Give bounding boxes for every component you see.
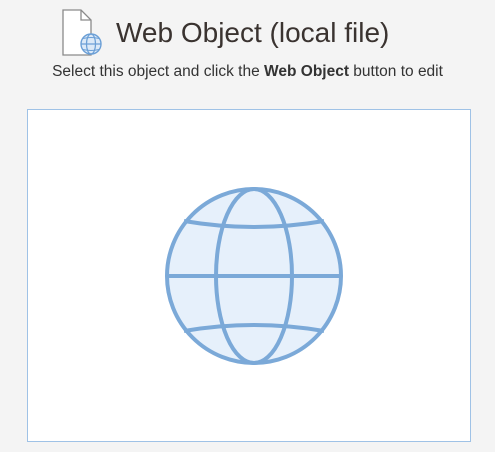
globe-icon (164, 186, 344, 366)
web-object-placeholder[interactable]: Web Object (local file) Select this obje… (0, 0, 495, 452)
instructions-suffix: button to edit (349, 63, 443, 80)
edit-instructions: Select this object and click the Web Obj… (0, 62, 495, 82)
web-object-preview[interactable] (27, 109, 471, 442)
instructions-prefix: Select this object and click the (52, 63, 265, 80)
page-title: Web Object (local file) (116, 17, 390, 48)
file-globe-icon (60, 9, 106, 57)
web-object-button-reference: Web Object (264, 63, 349, 80)
